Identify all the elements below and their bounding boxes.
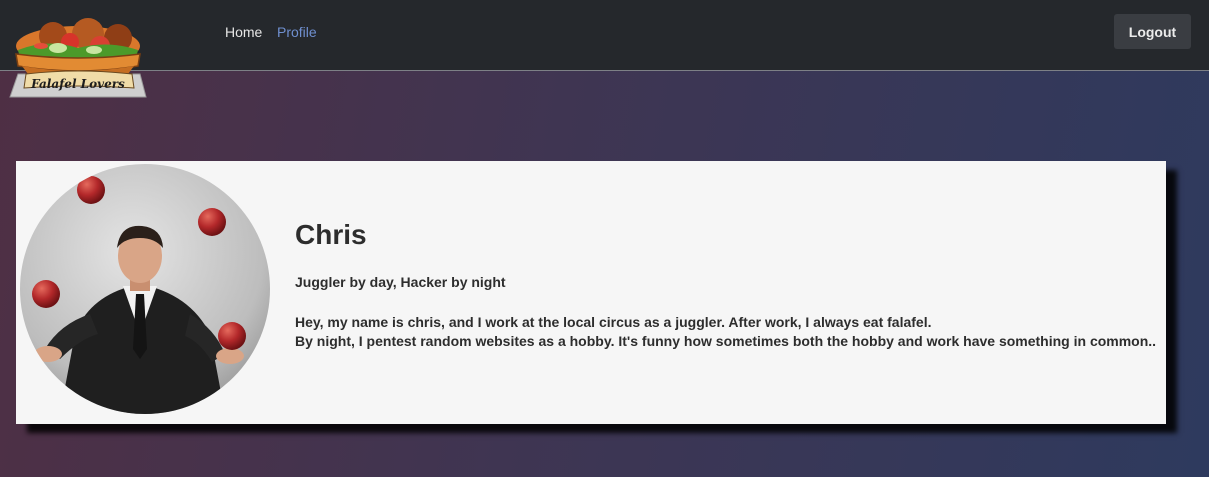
profile-bio: Hey, my name is chris, and I work at the… — [295, 313, 1156, 351]
bio-line: By night, I pentest random websites as a… — [295, 333, 1157, 349]
profile-avatar — [20, 164, 270, 414]
top-navbar: Home Profile Logout — [0, 0, 1209, 71]
nav-link-profile[interactable]: Profile — [277, 24, 317, 40]
profile-card: Chris Juggler by day, Hacker by night He… — [16, 161, 1166, 424]
logout-button[interactable]: Logout — [1114, 14, 1191, 49]
profile-tagline: Juggler by day, Hacker by night — [295, 274, 506, 290]
nav-link-home[interactable]: Home — [225, 24, 262, 40]
falafel-lovers-logo[interactable]: Falafel Lovers — [8, 18, 148, 100]
logo-text: Falafel Lovers — [30, 77, 125, 91]
profile-name: Chris — [295, 219, 367, 250]
bio-line: Hey, my name is chris, and I work at the… — [295, 314, 932, 330]
